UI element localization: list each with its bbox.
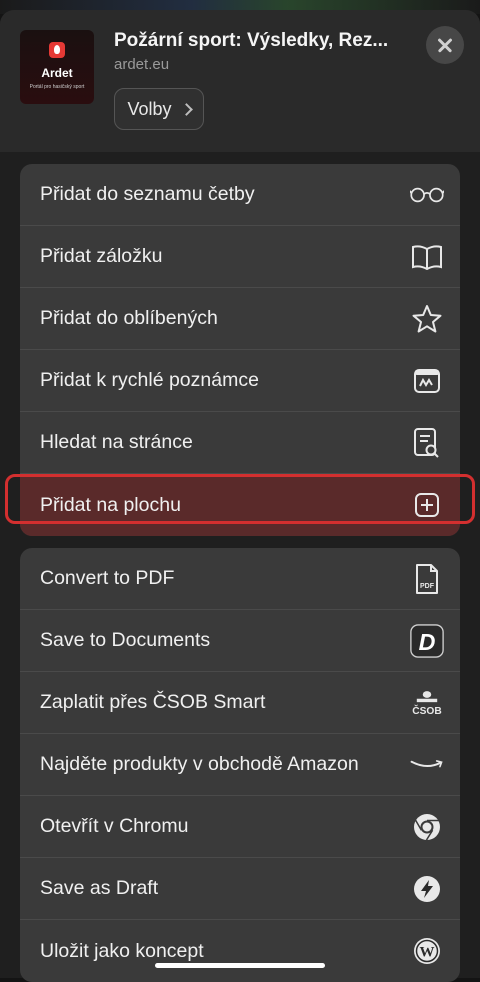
find-on-page-icon bbox=[410, 426, 444, 460]
flame-icon bbox=[49, 42, 65, 58]
site-domain: ardet.eu bbox=[114, 56, 170, 73]
action-label: Zaplatit přes ČSOB Smart bbox=[40, 691, 266, 713]
action-label: Přidat do seznamu četby bbox=[40, 183, 255, 205]
options-button[interactable]: Volby bbox=[114, 88, 204, 130]
action-amazon[interactable]: Najděte produkty v obchodě Amazon bbox=[20, 734, 460, 796]
quick-note-icon bbox=[410, 364, 444, 398]
glasses-icon bbox=[410, 178, 444, 212]
actions-group-primary: Přidat do seznamu četby Přidat záložku P… bbox=[20, 164, 460, 536]
action-label: Save to Documents bbox=[40, 629, 211, 651]
action-label: Save as Draft bbox=[40, 877, 159, 899]
action-convert-pdf[interactable]: Convert to PDF PDF bbox=[20, 548, 460, 610]
action-add-favorites[interactable]: Přidat do oblíbených bbox=[20, 288, 460, 350]
action-label: Přidat na plochu bbox=[40, 493, 181, 516]
site-thumbnail: Ardet Portál pro hasičský sport bbox=[20, 30, 94, 104]
pdf-icon-text: PDF bbox=[420, 583, 435, 590]
chrome-icon bbox=[410, 810, 444, 844]
options-button-label: Volby bbox=[127, 98, 172, 119]
action-label: Convert to PDF bbox=[40, 567, 175, 589]
action-label: Otevřít v Chromu bbox=[40, 815, 189, 837]
action-find-on-page[interactable]: Hledat na stránce bbox=[20, 412, 460, 474]
wordpress-icon: W bbox=[410, 934, 444, 968]
thumbnail-tagline: Portál pro hasičský sport bbox=[29, 84, 85, 90]
add-square-icon bbox=[410, 488, 444, 522]
action-save-documents[interactable]: Save to Documents D bbox=[20, 610, 460, 672]
page-title: Požární sport: Výsledky, Rez... bbox=[114, 30, 389, 51]
action-add-quick-note[interactable]: Přidat k rychlé poznámce bbox=[20, 350, 460, 412]
documents-icon-text: D bbox=[419, 628, 436, 654]
lightning-icon bbox=[410, 872, 444, 906]
action-pay-csob[interactable]: Zaplatit přes ČSOB Smart ČSOB bbox=[20, 672, 460, 734]
wordpress-icon-text: W bbox=[420, 945, 435, 961]
action-label: Přidat do oblíbených bbox=[40, 307, 218, 329]
amazon-icon bbox=[410, 748, 444, 782]
action-label: Uložit jako koncept bbox=[40, 939, 204, 962]
action-save-concept[interactable]: Uložit jako koncept W bbox=[20, 920, 460, 982]
close-button[interactable] bbox=[426, 26, 464, 64]
thumbnail-brand: Ardet bbox=[41, 66, 73, 80]
pdf-icon: PDF bbox=[410, 562, 444, 596]
action-add-reading-list[interactable]: Přidat do seznamu četby bbox=[20, 164, 460, 226]
action-open-chrome[interactable]: Otevřít v Chromu bbox=[20, 796, 460, 858]
action-add-bookmark[interactable]: Přidat záložku bbox=[20, 226, 460, 288]
csob-icon: ČSOB bbox=[410, 686, 444, 720]
action-label: Přidat k rychlé poznámce bbox=[40, 369, 259, 391]
share-sheet-header: Ardet Portál pro hasičský sport Požární … bbox=[0, 10, 480, 152]
action-label: Přidat záložku bbox=[40, 245, 163, 267]
chevron-right-icon bbox=[179, 102, 193, 116]
action-label: Najděte produkty v obchodě Amazon bbox=[40, 753, 359, 775]
actions-group-extensions: Convert to PDF PDF Save to Documents D Z… bbox=[20, 548, 460, 982]
book-icon bbox=[410, 240, 444, 274]
csob-icon-text: ČSOB bbox=[412, 704, 441, 717]
star-icon bbox=[410, 302, 444, 336]
action-label: Hledat na stránce bbox=[40, 431, 193, 453]
action-add-to-home-screen[interactable]: Přidat na plochu bbox=[20, 474, 460, 536]
action-save-draft[interactable]: Save as Draft bbox=[20, 858, 460, 920]
documents-app-icon: D bbox=[410, 623, 444, 658]
home-indicator bbox=[155, 963, 325, 968]
